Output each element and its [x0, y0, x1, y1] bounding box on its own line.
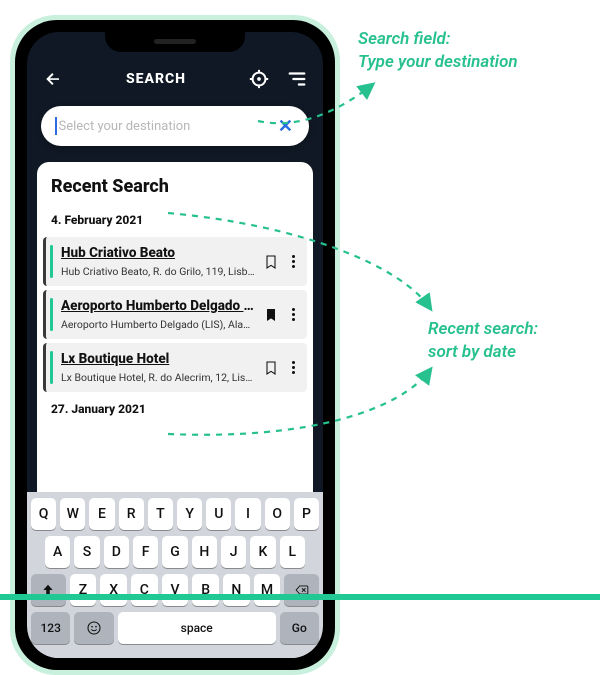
- list-item[interactable]: Lx Boutique Hotel Lx Boutique Hotel, R. …: [43, 343, 307, 392]
- list-item[interactable]: Aeroporto Humberto Delgado (LIS) Aeropor…: [43, 290, 307, 339]
- key-p[interactable]: P: [294, 498, 319, 530]
- app-screen: SEARCH Select your destination: [27, 32, 323, 658]
- list-item-title: Lx Boutique Hotel: [61, 351, 255, 367]
- close-icon: ✕: [278, 116, 293, 137]
- key-y[interactable]: Y: [177, 498, 202, 530]
- emoji-key[interactable]: [74, 612, 113, 644]
- date-header: 27. January 2021: [37, 396, 313, 422]
- key-i[interactable]: I: [235, 498, 260, 530]
- key-j[interactable]: J: [221, 536, 246, 568]
- list-item-subtitle: Lx Boutique Hotel, R. do Alecrim, 12, Li…: [61, 371, 255, 384]
- shift-key[interactable]: [31, 574, 66, 606]
- list-item-subtitle: Aeroporto Humberto Delgado (LIS), Alamed…: [61, 318, 255, 331]
- go-key[interactable]: Go: [280, 612, 319, 644]
- key-f[interactable]: F: [133, 536, 158, 568]
- list-item[interactable]: Hub Criativo Beato Hub Criativo Beato, R…: [43, 237, 307, 286]
- search-input[interactable]: Select your destination ✕: [41, 106, 309, 146]
- bookmark-icon[interactable]: [263, 359, 279, 377]
- key-m[interactable]: M: [254, 574, 281, 606]
- filter-lines-icon: [286, 68, 308, 90]
- key-e[interactable]: E: [89, 498, 114, 530]
- locate-button[interactable]: [247, 67, 271, 91]
- key-n[interactable]: N: [223, 574, 250, 606]
- emoji-icon: [86, 620, 102, 636]
- key-t[interactable]: T: [148, 498, 173, 530]
- backspace-key[interactable]: [284, 574, 319, 606]
- key-q[interactable]: Q: [31, 498, 56, 530]
- bookmark-filled-icon[interactable]: [263, 306, 279, 324]
- bottom-accent-strip: [0, 594, 600, 600]
- key-g[interactable]: G: [162, 536, 187, 568]
- key-u[interactable]: U: [206, 498, 231, 530]
- key-d[interactable]: D: [104, 536, 129, 568]
- key-l[interactable]: L: [280, 536, 305, 568]
- key-k[interactable]: K: [250, 536, 275, 568]
- bookmark-icon[interactable]: [263, 253, 279, 271]
- key-s[interactable]: S: [74, 536, 99, 568]
- text-caret: [55, 117, 57, 135]
- more-button[interactable]: [287, 255, 299, 268]
- space-key[interactable]: space: [118, 612, 276, 644]
- list-item-subtitle: Hub Criativo Beato, R. do Grilo, 119, Li…: [61, 265, 255, 278]
- key-c[interactable]: C: [131, 574, 158, 606]
- page-title: SEARCH: [126, 71, 186, 87]
- date-header: 4. February 2021: [37, 207, 313, 233]
- key-h[interactable]: H: [192, 536, 217, 568]
- back-button[interactable]: [41, 67, 65, 91]
- key-o[interactable]: O: [265, 498, 290, 530]
- clear-search-button[interactable]: ✕: [276, 116, 295, 137]
- key-r[interactable]: R: [119, 498, 144, 530]
- key-x[interactable]: X: [100, 574, 127, 606]
- annotation-recent-search: Recent search: sort by date: [428, 318, 538, 364]
- search-placeholder: Select your destination: [59, 119, 276, 134]
- list-item-title: Hub Criativo Beato: [61, 245, 255, 261]
- more-button[interactable]: [287, 308, 299, 321]
- phone-notch: [105, 30, 245, 52]
- key-b[interactable]: B: [192, 574, 219, 606]
- row-accent: [50, 351, 53, 384]
- annotation-search-field: Search field: Type your destination: [358, 28, 518, 74]
- row-accent: [50, 245, 53, 278]
- virtual-keyboard: QWERTYUIOP ASDFGHJKL ZXCVBNM 123 space G: [27, 492, 323, 658]
- phone-frame: SEARCH Select your destination: [10, 15, 340, 675]
- key-v[interactable]: V: [162, 574, 189, 606]
- key-a[interactable]: A: [45, 536, 70, 568]
- more-button[interactable]: [287, 361, 299, 374]
- top-bar: SEARCH: [27, 52, 323, 106]
- key-w[interactable]: W: [60, 498, 85, 530]
- numbers-key[interactable]: 123: [31, 612, 70, 644]
- row-accent: [50, 298, 53, 331]
- key-z[interactable]: Z: [70, 574, 97, 606]
- crosshair-icon: [248, 68, 270, 90]
- menu-button[interactable]: [285, 67, 309, 91]
- card-title: Recent Search: [37, 176, 313, 207]
- list-item-title: Aeroporto Humberto Delgado (LIS): [61, 298, 255, 314]
- arrow-left-icon: [44, 70, 62, 88]
